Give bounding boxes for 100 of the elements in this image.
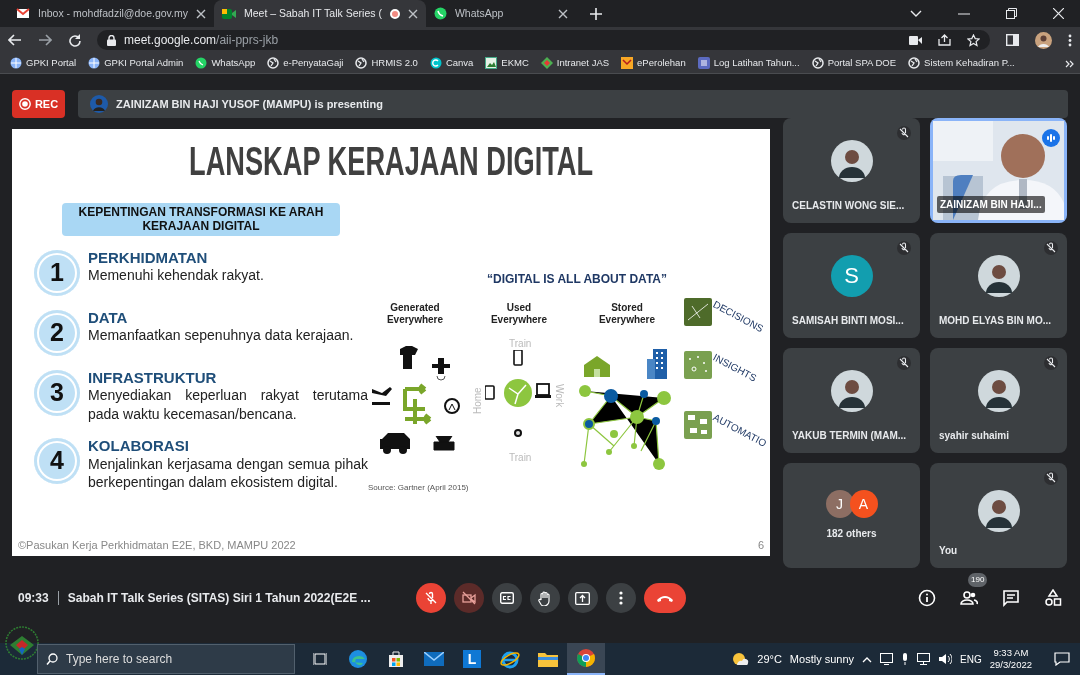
mic-icon[interactable] [901,653,910,665]
restore-icon[interactable] [1006,8,1017,19]
bookmark[interactable]: Portal SPA DOE [807,55,901,71]
captions-icon [499,592,514,604]
star-icon[interactable] [967,33,980,47]
close-icon[interactable] [407,8,418,19]
column-heading: Generated Everywhere [385,302,445,326]
bookmark[interactable]: WhatsApp [191,55,260,71]
participant-tile[interactable]: ZAINIZAM BIN HAJI... [930,118,1067,223]
chrome-icon [576,648,596,668]
close-icon[interactable] [195,8,206,19]
chat-bubble-icon [433,7,447,20]
participant-tile[interactable]: MOHD ELYAS BIN MO... [930,233,1067,338]
participant-tile[interactable]: S SAMISAH BINTI MOSI... [783,233,920,338]
hand-icon [537,590,552,606]
bookmark[interactable]: GPKI Portal [6,55,81,71]
end-button[interactable] [643,583,686,613]
sun-cloud-icon[interactable] [731,652,750,666]
close-icon[interactable] [557,8,568,19]
participant-tile[interactable]: YAKUB TERMIN (MAM... [783,348,920,453]
participant-name: CELASTIN WONG SIE... [792,199,905,213]
bookmark[interactable]: e-PenyataGaji [263,55,348,71]
others-count: 182 others [826,527,877,541]
shapes-icon [1044,589,1062,607]
mic-button[interactable] [415,583,446,613]
menu-icon[interactable] [1068,33,1072,47]
mail-icon [16,8,30,19]
notification-icon[interactable] [1054,652,1070,666]
info-icon [918,589,936,607]
share-icon[interactable] [938,34,951,46]
record-icon [18,98,31,110]
bookmark[interactable]: ePerolehan [617,55,690,71]
participant-tile[interactable]: You [930,463,1067,568]
participant-tile[interactable]: CELASTIN WONG SIE... [783,118,920,223]
clock-date[interactable]: 29/3/2022 [989,659,1032,671]
more-button[interactable] [605,583,636,613]
slide-footer: ©Pasukan Kerja Perkhidmatan E2E, BKD, MAMPU 2022 [18,536,296,553]
globe-icon [88,57,101,69]
network-icon[interactable] [917,653,931,665]
more-bookmarks-icon[interactable] [1065,59,1074,68]
weather-text: Mostly sunny [789,651,855,667]
present-button[interactable] [567,583,598,613]
point-heading: DATA [88,309,129,327]
search-field[interactable]: Type here to search [37,644,295,674]
bookmark[interactable]: HRMIS 2.0 [351,55,422,71]
browser-tab[interactable]: WhatsApp [425,0,576,27]
point-heading: INFRASTRUKTUR [88,369,218,387]
number-circle: 2 [34,309,80,356]
point-heading: PERKHIDMATAN [88,249,209,267]
number-circle: 3 [34,369,80,416]
chevron-up-icon[interactable] [862,655,873,663]
camera-icon[interactable] [909,35,922,45]
avatar-icon [90,95,108,113]
language-indicator[interactable]: ENG [960,651,982,667]
number-circle: 4 [34,438,80,485]
hand-button[interactable] [529,583,560,613]
avatar-icon [830,369,873,412]
point-text: Menyediakan keperluan rakyat terutama pada waktu kecemasan/bencana. [88,386,368,425]
display-icon[interactable] [880,653,894,665]
image-icon [485,57,498,69]
avatar-icon [977,369,1020,412]
new-tab-icon[interactable] [589,7,602,20]
store-icon [387,650,405,668]
avatar-icon [830,139,873,182]
sidebar-icon[interactable] [1006,34,1019,46]
browser-tab[interactable]: Inbox - mohdfadzil@doe.gov.my [8,0,214,27]
minimize-icon[interactable] [958,12,970,15]
bookmark[interactable]: Intranet JAS [536,55,614,71]
address-field[interactable]: meet.google.com/aii-pprs-jkb [97,30,990,50]
bookmark[interactable]: GPKI Portal Admin [84,55,188,71]
count-badge: 190 [968,573,988,587]
reload-icon[interactable] [68,33,81,47]
taskbar-app[interactable] [567,643,605,675]
participant-tile[interactable]: syahir suhaimi [930,348,1067,453]
meeting-title: Sabah IT Talk Series (SITAS) Siri 1 Tahun 2022(E2E ... [67,590,372,607]
clock-time[interactable]: 9:33 AM [993,647,1029,659]
camera-off-icon [461,591,476,605]
bookmark[interactable]: Log Latihan Tahun... [693,55,804,71]
participant-name: You [939,544,958,558]
slide-title: LANSKAP KERAJAAN DIGITAL [189,138,593,185]
forward-icon[interactable] [38,34,52,46]
chart-card-icon [684,298,712,326]
volume-icon[interactable] [938,653,953,665]
captions-button[interactable] [491,583,522,613]
column-heading: Stored Everywhere [597,302,657,326]
hang-up-icon [655,594,674,602]
others-tile[interactable]: J A 182 others [783,463,920,568]
profile-avatar-icon[interactable] [1035,31,1052,49]
bookmark[interactable]: Sistem Kehadiran P... [904,55,1019,71]
bookmark[interactable]: EKMC [481,55,533,71]
bookmark[interactable]: Canva [425,55,478,71]
browser-tab[interactable]: Meet – Sabah IT Talk Series ( [213,0,426,27]
rec-button[interactable]: REC [12,90,65,118]
back-icon[interactable] [8,34,22,46]
number-circle: 1 [34,249,80,296]
taskbar-app[interactable]: L [453,643,491,675]
device-label: Train [509,337,532,351]
chevron-down-icon[interactable] [910,9,922,18]
presenting-text: ZAINIZAM BIN HAJI YUSOF (MAMPU) is presenting [116,96,383,112]
camera-button[interactable] [453,583,484,613]
